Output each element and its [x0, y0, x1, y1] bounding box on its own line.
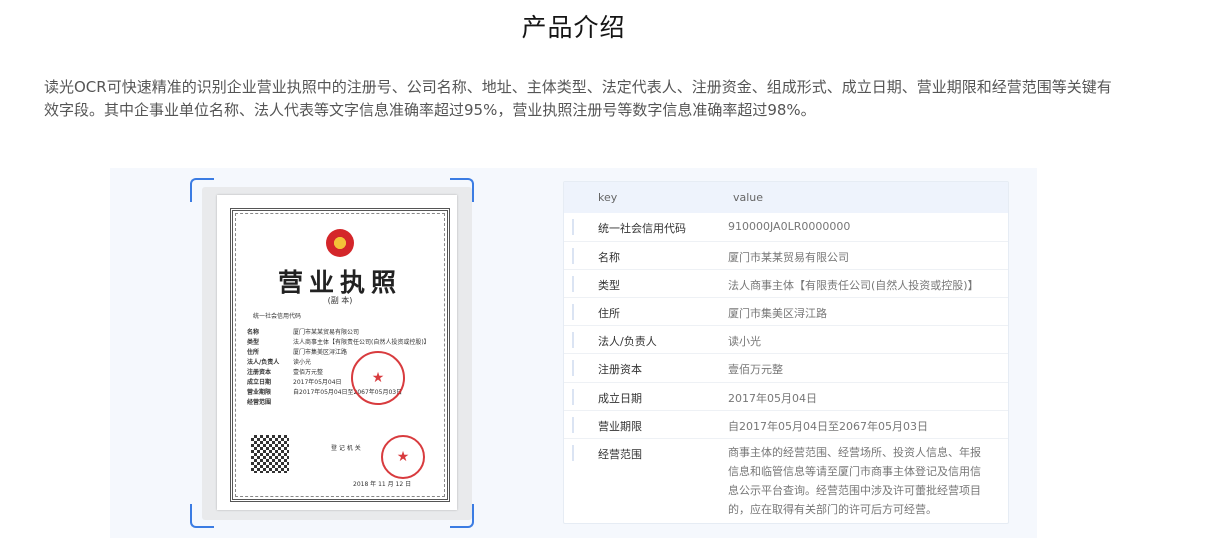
license-field-label: 名称 [247, 329, 260, 336]
row-key: 注册资本 [598, 363, 642, 376]
license-field-value: 厦门市集美区浔江路 [293, 349, 348, 356]
row-key: 法人/负责人 [598, 335, 657, 348]
license-field: 注册资本 壹佰万元整 [247, 367, 323, 376]
license-field-label: 经营范围 [247, 399, 272, 406]
column-header-key: key [598, 191, 618, 204]
row-value: 商事主体的经营范围、经营场所、投资人信息、年报信息和临管信息等请至厦门市商事主体… [728, 446, 981, 516]
row-value: 法人商事主体【有限责任公司(自然人投资或控股)】 [728, 279, 979, 292]
row-key: 住所 [598, 307, 620, 320]
license-field: 成立日期 2017年05月04日 [247, 377, 342, 386]
table-row: 注册资本 壹佰万元整 [564, 354, 1008, 383]
ocr-result-table: key value 统一社会信用代码 910000JA0LR0000000 名称… [563, 181, 1009, 524]
qr-code [251, 435, 289, 473]
license-field: 住所 厦门市集美区浔江路 [247, 347, 347, 356]
row-marker [572, 445, 574, 461]
license-field-label: 注册资本 [247, 369, 272, 376]
row-value: 自2017年05月04日至2067年05月03日 [728, 420, 928, 433]
scan-corner-top-left [190, 178, 214, 202]
license-field-value: 法人商事主体【有限责任公司(自然人投资或控股)】 [293, 339, 430, 346]
table-row: 统一社会信用代码 910000JA0LR0000000 [564, 213, 1008, 242]
business-license-image: 营业执照 (副 本) 统一社会信用代码 名称 厦门市某某贸易有限公司 类型 法人商事… [217, 195, 457, 510]
license-field-value: 壹佰万元整 [293, 369, 324, 376]
table-row: 成立日期 2017年05月04日 [564, 383, 1008, 411]
row-marker [572, 417, 574, 433]
column-header-value: value [733, 191, 764, 204]
row-key: 营业期限 [598, 420, 642, 433]
license-field-value: 读小光 [293, 359, 312, 366]
license-field: 经营范围 [247, 397, 293, 406]
row-key: 经营范围 [598, 448, 642, 461]
row-marker [572, 304, 574, 320]
row-key: 名称 [598, 251, 620, 264]
license-field-label: 法人/负责人 [247, 359, 280, 366]
row-value: 2017年05月04日 [728, 392, 817, 405]
row-value: 读小光 [728, 335, 761, 348]
row-key: 成立日期 [598, 392, 642, 405]
table-row: 名称 厦门市某某贸易有限公司 [564, 242, 1008, 270]
demo-panel: 营业执照 (副 本) 统一社会信用代码 名称 厦门市某某贸易有限公司 类型 法人商事… [110, 168, 1037, 538]
license-title: 营业执照 [277, 268, 402, 297]
page-title: 产品介绍 [521, 13, 626, 42]
row-key: 统一社会信用代码 [598, 222, 686, 235]
red-seal-icon: ★ [381, 435, 425, 479]
row-marker [572, 248, 574, 264]
row-value: 910000JA0LR0000000 [728, 220, 851, 233]
table-row: 营业期限 自2017年05月04日至2067年05月03日 [564, 411, 1008, 439]
license-field-label: 成立日期 [247, 379, 272, 386]
table-row: 住所 厦门市集美区浔江路 [564, 298, 1008, 326]
license-field-label: 营业期限 [247, 389, 272, 396]
license-field-label: 住所 [247, 349, 260, 356]
table-row: 类型 法人商事主体【有限责任公司(自然人投资或控股)】 [564, 270, 1008, 298]
license-field-label: 类型 [247, 339, 260, 346]
table-row: 法人/负责人 读小光 [564, 326, 1008, 354]
license-field: 法人/负责人 读小光 [247, 357, 311, 366]
license-frame: 营业执照 (副 本) 统一社会信用代码 名称 厦门市某某贸易有限公司 类型 法人商事… [230, 208, 450, 502]
license-field-value: 厦门市某某贸易有限公司 [293, 329, 360, 336]
registration-authority: 登 记 机 关 [331, 445, 361, 452]
license-field-value: 2017年05月04日 [293, 379, 342, 386]
license-subtitle: (副 本) [327, 296, 353, 305]
scan-corner-bottom-left [190, 504, 214, 528]
table-row: 经营范围 商事主体的经营范围、经营场所、投资人信息、年报信息和临管信息等请至厦门… [564, 439, 1008, 525]
license-code-label: 统一社会信用代码 [253, 313, 302, 320]
row-marker [572, 389, 574, 405]
license-field: 名称 厦门市某某贸易有限公司 [247, 327, 359, 336]
row-value: 壹佰万元整 [728, 363, 783, 376]
row-value: 厦门市某某贸易有限公司 [728, 251, 849, 264]
national-emblem-icon [326, 229, 354, 257]
license-field: 类型 法人商事主体【有限责任公司(自然人投资或控股)】 [247, 337, 430, 346]
row-marker [572, 219, 574, 235]
red-seal-icon: ★ [351, 351, 405, 405]
row-marker [572, 360, 574, 376]
table-header: key value [564, 182, 1008, 213]
row-key: 类型 [598, 279, 620, 292]
product-description: 读光OCR可快速精准的识别企业营业执照中的注册号、公司名称、地址、主体类型、法定… [44, 78, 1112, 119]
license-date: 2018 年 11 月 12 日 [353, 481, 412, 488]
row-marker [572, 276, 574, 292]
row-value: 厦门市集美区浔江路 [728, 307, 827, 320]
row-marker [572, 332, 574, 348]
